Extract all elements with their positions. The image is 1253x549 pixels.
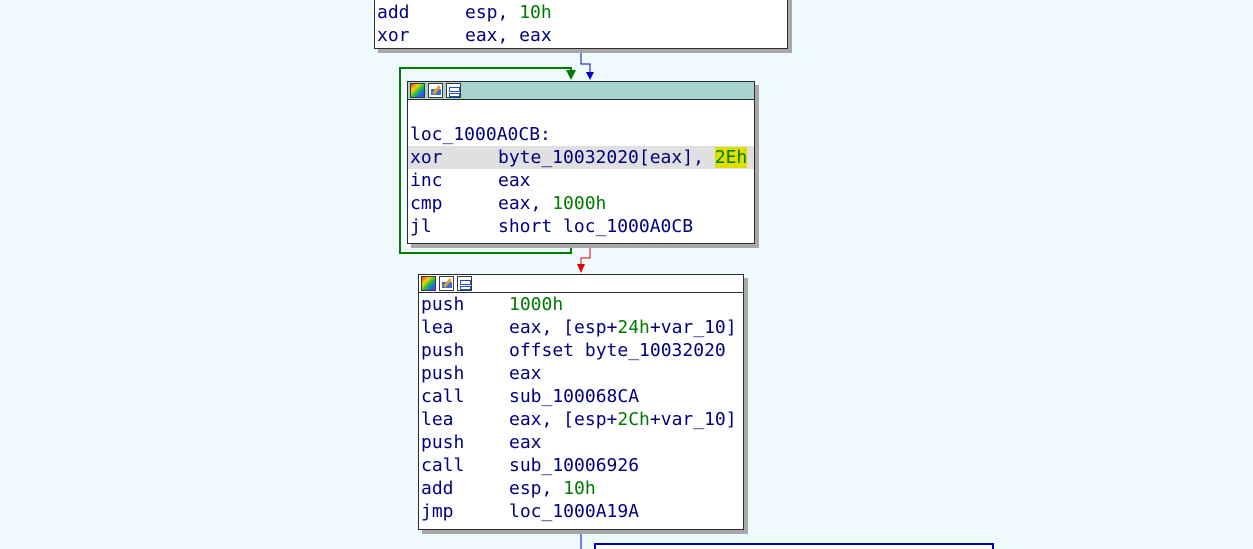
instruction-mnemonic: inc [410,170,443,191]
edge-arrow-green [566,70,576,80]
instruction-operand: eax, eax [465,25,552,46]
instruction-operand-tail: +var_10] [649,317,737,338]
instruction-line[interactable]: jmp loc_1000A19A [419,500,743,523]
instruction-mnemonic: xor [377,25,410,46]
instruction-line[interactable]: add esp, 10h [375,1,787,24]
instruction-line[interactable]: cmp eax, 1000h [408,192,754,215]
instruction-mnemonic: xor [410,147,443,168]
instruction-operand: eax, [esp+ [509,409,618,430]
instruction-line[interactable]: lea eax, [esp+24h+var_10] [419,316,743,339]
instruction-mnemonic: jl [410,216,432,237]
instruction-line[interactable]: push offset byte_10032020 [419,339,743,362]
rename-edit-icon[interactable] [428,83,443,98]
instruction-line[interactable]: call sub_10006926 [419,454,743,477]
instruction-line[interactable]: push 1000h [419,293,743,316]
instruction-operand: eax, [498,193,553,214]
instruction-operand: eax [509,363,542,384]
node-header [408,82,754,100]
instruction-immediate: 2Eh [714,147,748,168]
instruction-operand: short loc_1000A0CB [498,216,694,237]
instruction-mnemonic: add [377,2,410,23]
graph-color-icon[interactable] [421,276,436,291]
instruction-mnemonic: lea [421,409,454,430]
rename-edit-icon[interactable] [439,276,454,291]
instruction-line[interactable]: push eax [419,431,743,454]
instruction-immediate: 24h [617,317,650,338]
instruction-mnemonic: jmp [421,501,454,522]
graph-overview-icon[interactable] [457,276,472,291]
instruction-immediate: 10h [519,2,552,23]
instruction-mnemonic: cmp [410,193,443,214]
instruction-operand: offset byte_10032020 [509,340,726,361]
graph-overview-icon[interactable] [446,83,461,98]
instruction-line[interactable]: push eax [419,362,743,385]
instruction-line[interactable]: xor eax, eax [375,24,787,47]
instruction-mnemonic: push [421,363,465,384]
instruction-line[interactable]: jl short loc_1000A0CB [408,215,754,238]
instruction-mnemonic: call [421,455,465,476]
graph-node-loop[interactable]: loc_1000A0CB: xor byte_10032020[eax], 2Eh… [407,81,755,244]
instruction-immediate: 1000h [509,294,564,315]
instruction-operand: eax, [esp+ [509,317,618,338]
instruction-line[interactable]: lea eax, [esp+2Ch+var_10] [419,408,743,431]
graph-color-icon[interactable] [410,83,425,98]
instruction-immediate: 1000h [552,193,607,214]
instruction-operand-tail: +var_10] [649,409,737,430]
graph-node-top[interactable]: add esp, 10h xor eax, eax [374,0,788,49]
instruction-operand: eax [498,170,531,191]
instruction-operand: sub_100068CA [509,386,640,407]
instruction-operand: loc_1000A19A [509,501,640,522]
instruction-line[interactable]: call sub_100068CA [419,385,743,408]
instruction-line[interactable]: inc eax [408,169,754,192]
instruction-operand: eax [509,432,542,453]
instruction-mnemonic: push [421,432,465,453]
instruction-immediate: 2Ch [617,409,650,430]
next-node-partial [594,543,994,549]
instruction-operand: sub_10006926 [509,455,640,476]
instruction-operand: esp, [465,2,520,23]
instruction-line[interactable]: xor byte_10032020[eax], 2Eh [408,146,754,169]
instruction-operand: esp, [509,478,564,499]
edge-top-to-loop [580,50,591,74]
graph-node-bottom[interactable]: push 1000h lea eax, [esp+24h+var_10] push off… [418,274,744,530]
edge-arrow-red [577,264,585,273]
instruction-immediate: 10h [563,478,596,499]
instruction-mnemonic: push [421,294,465,315]
instruction-mnemonic: push [421,340,465,361]
instruction-line[interactable]: add esp, 10h [419,477,743,500]
edge-arrow-blue [586,72,594,80]
code-label[interactable]: loc_1000A0CB: [408,123,754,146]
edge-loop-to-bottom [580,244,591,266]
instruction-operand: byte_10032020[eax], [498,147,715,168]
instruction-mnemonic: add [421,478,454,499]
node-header [419,275,743,293]
instruction-mnemonic: call [421,386,465,407]
instruction-mnemonic: lea [421,317,454,338]
